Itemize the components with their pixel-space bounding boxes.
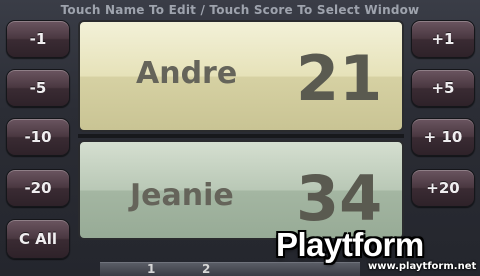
tab-2[interactable]: 2 (202, 262, 210, 276)
minus-5-button[interactable]: -5 (6, 69, 70, 107)
panel-divider (78, 134, 404, 138)
minus-20-button[interactable]: -20 (6, 169, 70, 207)
player-2-score[interactable]: 34 (296, 162, 382, 235)
player-1-panel[interactable]: Andre 21 (78, 20, 404, 132)
tab-1[interactable]: 1 (147, 262, 155, 276)
player-2-name[interactable]: Jeanie (130, 178, 234, 213)
scorekeeper-app: Touch Name To Edit / Touch Score To Sele… (0, 0, 480, 276)
playtform-url: www.playtform.net (368, 261, 477, 272)
plus-20-button[interactable]: +20 (411, 169, 475, 207)
player-1-score[interactable]: 21 (296, 42, 382, 115)
clear-all-button[interactable]: C All (6, 219, 70, 259)
plus-1-button[interactable]: +1 (411, 20, 475, 58)
minus-1-button[interactable]: -1 (6, 20, 70, 58)
player-2-panel[interactable]: Jeanie 34 (78, 140, 404, 240)
minus-10-button[interactable]: -10 (6, 118, 70, 156)
plus-5-button[interactable]: +5 (411, 69, 475, 107)
plus-10-button[interactable]: + 10 (411, 118, 475, 156)
instructions-text: Touch Name To Edit / Touch Score To Sele… (60, 3, 420, 17)
playtform-logo: Playtform (276, 226, 424, 263)
player-1-name[interactable]: Andre (136, 56, 237, 91)
